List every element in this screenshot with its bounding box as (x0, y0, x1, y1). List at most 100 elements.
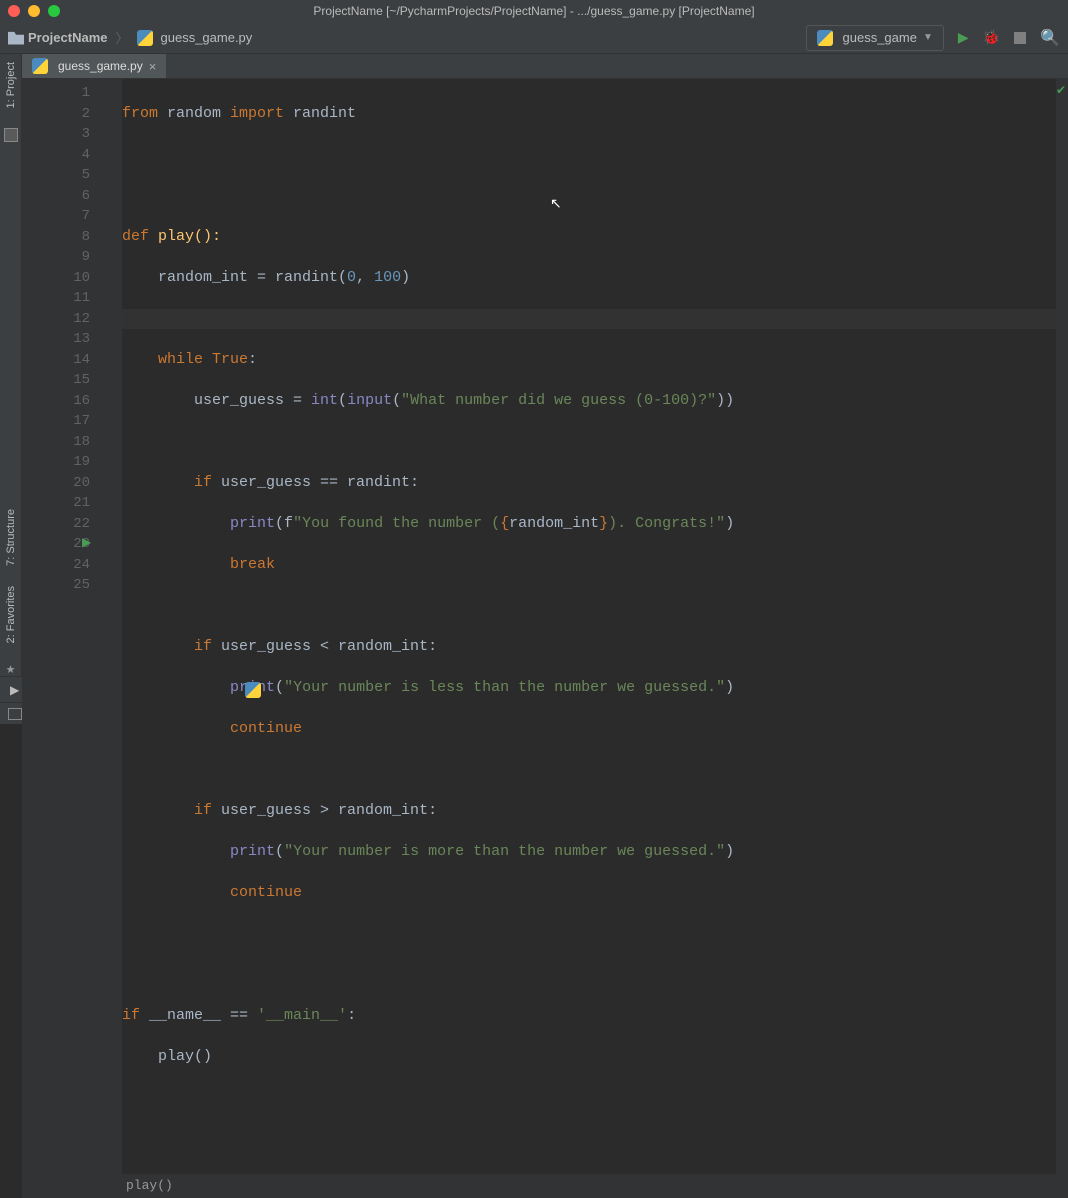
structure-tool-tab[interactable]: 7: Structure (5, 509, 17, 566)
code-token: )) (716, 392, 734, 409)
code-token: def (122, 228, 158, 245)
line-number[interactable]: 9 (22, 247, 90, 268)
line-number[interactable]: 20 (22, 473, 90, 494)
code-token: random (167, 105, 230, 122)
code-token: : (347, 1007, 356, 1024)
code-token: ) (725, 515, 734, 532)
tool-windows-toggle-icon[interactable] (8, 708, 22, 720)
error-stripe[interactable]: ✔ (1056, 79, 1068, 1174)
code-token: ) (725, 679, 734, 696)
folder-icon (8, 31, 24, 45)
code-token: if (122, 1007, 149, 1024)
line-number[interactable]: 21 (22, 493, 90, 514)
line-number[interactable]: 8 (22, 227, 90, 248)
line-number[interactable]: 3 (22, 124, 90, 145)
line-number[interactable]: 7 (22, 206, 90, 227)
code-token: print (230, 843, 275, 860)
code-token (122, 679, 230, 696)
debug-button[interactable]: 🐞 (983, 29, 1000, 46)
code-token: (f (275, 515, 293, 532)
line-number[interactable]: 16 (22, 391, 90, 412)
python-file-icon (137, 30, 153, 46)
code-token: int (311, 392, 338, 409)
code-token: play(): (158, 228, 221, 245)
analysis-ok-icon: ✔ (1056, 83, 1066, 98)
line-number[interactable]: 22 (22, 514, 90, 535)
line-number[interactable]: 4 (22, 145, 90, 166)
editor[interactable]: 1 2 3 4 5 6 7 8 9 10 11 12 13 14 15 16 1… (22, 79, 1068, 1174)
navigation-bar: ProjectName 〉 guess_game.py guess_game ▼… (0, 22, 1068, 54)
breadcrumb-file[interactable]: guess_game.py (161, 30, 253, 45)
line-number[interactable]: 15 (22, 370, 90, 391)
line-number[interactable]: 18 (22, 432, 90, 453)
code-token: '__main__' (257, 1007, 347, 1024)
line-number[interactable]: 12 (22, 309, 90, 330)
run-config-label: guess_game (843, 30, 917, 45)
code-token: ). Congrats!" (608, 515, 725, 532)
code-token: if (122, 474, 221, 491)
line-number[interactable]: 11 (22, 288, 90, 309)
code-token: ( (338, 392, 347, 409)
run-configuration-selector[interactable]: guess_game ▼ (806, 25, 944, 51)
code-token: "Your number is less than the number we … (284, 679, 725, 696)
code-token: random_int = randint( (122, 269, 347, 286)
code-token: while (122, 351, 212, 368)
favorites-tool-tab[interactable]: 2: Favorites (5, 586, 17, 643)
code-token: "You found the number ( (293, 515, 500, 532)
close-window-icon[interactable] (8, 5, 20, 17)
code-token: : (248, 351, 257, 368)
editor-tab[interactable]: guess_game.py × (22, 54, 166, 78)
code-token (122, 884, 230, 901)
code-token: user_guess = (122, 392, 311, 409)
search-everywhere-button[interactable]: 🔍 (1040, 28, 1060, 48)
code-token: random_int (509, 515, 599, 532)
project-icon[interactable] (4, 128, 18, 142)
line-number[interactable]: 23 (22, 534, 90, 555)
window-controls[interactable] (8, 5, 60, 17)
line-number[interactable]: 2 (22, 104, 90, 125)
editor-tab-bar: guess_game.py × (22, 54, 1068, 79)
line-number[interactable]: 25 (22, 575, 90, 596)
code-token: ( (275, 679, 284, 696)
code-token: True (212, 351, 248, 368)
code-token: 100 (374, 269, 401, 286)
code-token (122, 720, 230, 737)
line-number[interactable]: 17 (22, 411, 90, 432)
chevron-right-icon: 〉 (115, 28, 128, 47)
project-tool-tab[interactable]: 1: Project (5, 62, 17, 108)
line-number[interactable]: 19 (22, 452, 90, 473)
code-token: continue (230, 884, 302, 901)
code-token: user_guess > random_int: (221, 802, 437, 819)
maximize-window-icon[interactable] (48, 5, 60, 17)
code-token (122, 843, 230, 860)
python-file-icon (32, 58, 48, 74)
code-token: from (122, 105, 167, 122)
close-tab-icon[interactable]: × (149, 59, 157, 74)
line-number[interactable]: 5 (22, 165, 90, 186)
line-number[interactable]: 24 (22, 555, 90, 576)
left-tool-bar: 1: Project 7: Structure 2: Favorites ★ (0, 54, 22, 676)
run-gutter-icon[interactable]: ▶ (82, 533, 91, 554)
line-number[interactable]: 14 (22, 350, 90, 371)
breadcrumb-project[interactable]: ProjectName (28, 30, 107, 45)
line-number[interactable]: 10 (22, 268, 90, 289)
run-button[interactable]: ▶ (958, 29, 969, 46)
code-token: input (347, 392, 392, 409)
line-gutter[interactable]: 1 2 3 4 5 6 7 8 9 10 11 12 13 14 15 16 1… (22, 79, 122, 1174)
stop-button[interactable] (1014, 32, 1026, 44)
line-number[interactable]: 13 (22, 329, 90, 350)
line-number[interactable]: 1 (22, 83, 90, 104)
editor-breadcrumb[interactable]: play() (22, 1174, 1068, 1198)
code-token: import (230, 105, 293, 122)
code-area[interactable]: from random import randint def play(): r… (122, 79, 1056, 1174)
python-file-icon (817, 30, 833, 46)
window-title: ProjectName [~/PycharmProjects/ProjectNa… (313, 4, 754, 18)
minimize-window-icon[interactable] (28, 5, 40, 17)
line-number[interactable]: 6 (22, 186, 90, 207)
code-token: play() (122, 1048, 212, 1065)
code-token: } (599, 515, 608, 532)
mouse-cursor-icon: ↖ (550, 195, 562, 216)
tab-label: guess_game.py (58, 59, 143, 73)
code-token: ) (401, 269, 410, 286)
code-token: "Your number is more than the number we … (284, 843, 725, 860)
